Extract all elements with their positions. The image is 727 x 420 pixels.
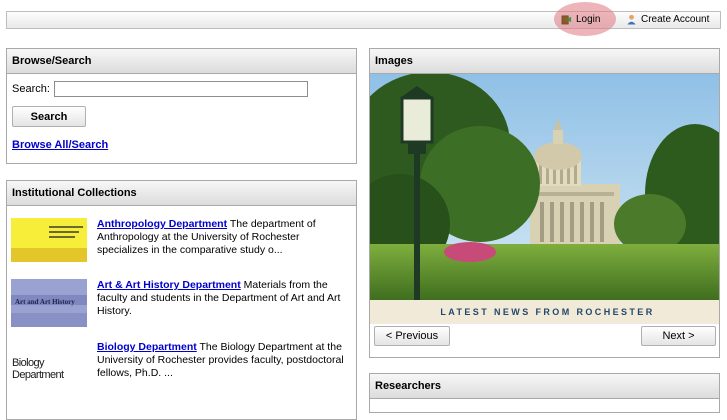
anthropology-thumbnail[interactable] (11, 218, 87, 262)
campus-photo[interactable]: LATEST NEWS FROM ROCHESTER (370, 74, 719, 324)
art-thumb-label: Art and Art History (15, 298, 75, 306)
images-panel: Images LATEST NEWS FROM ROCHESTER < Prev… (369, 48, 720, 358)
browse-search-title: Browse/Search (7, 49, 356, 74)
user-icon (627, 14, 636, 25)
biology-thumbnail[interactable]: Biology Department (11, 341, 87, 385)
search-row: Search: (12, 81, 308, 97)
news-banner: LATEST NEWS FROM ROCHESTER (370, 300, 719, 324)
art-thumbnail[interactable]: Art and Art History (11, 279, 87, 327)
login-label: Login (576, 14, 601, 25)
search-button[interactable]: Search (12, 106, 86, 127)
biology-link[interactable]: Biology Department (97, 341, 197, 353)
collections-title: Institutional Collections (7, 181, 356, 206)
collections-panel: Institutional Collections Anthropology D… (6, 180, 357, 420)
login-link[interactable]: Login (561, 14, 600, 25)
researchers-panel: Researchers (369, 373, 720, 413)
search-label: Search: (12, 83, 50, 95)
login-icon (561, 15, 572, 25)
images-title: Images (370, 49, 719, 74)
campus-photo-illustration (370, 74, 719, 300)
art-link[interactable]: Art & Art History Department (97, 279, 241, 291)
create-account-link[interactable]: Create Account (626, 14, 709, 25)
next-button[interactable]: Next > (641, 326, 716, 346)
biology-text: Biology Department The Biology Departmen… (97, 341, 352, 380)
previous-button[interactable]: < Previous (374, 326, 450, 346)
anthropology-link[interactable]: Anthropology Department (97, 218, 227, 230)
researchers-title: Researchers (370, 374, 719, 399)
biology-thumb-label: Biology Department (12, 357, 64, 381)
browse-all-link[interactable]: Browse All/Search (12, 139, 108, 151)
search-input[interactable] (53, 81, 308, 97)
anthropology-text: Anthropology Department The department o… (97, 218, 352, 257)
anthropology-thumb-art (11, 218, 87, 262)
create-account-label: Create Account (641, 14, 710, 25)
art-text: Art & Art History Department Materials f… (97, 279, 352, 318)
browse-search-panel: Browse/Search Search: Search Browse All/… (6, 48, 357, 164)
